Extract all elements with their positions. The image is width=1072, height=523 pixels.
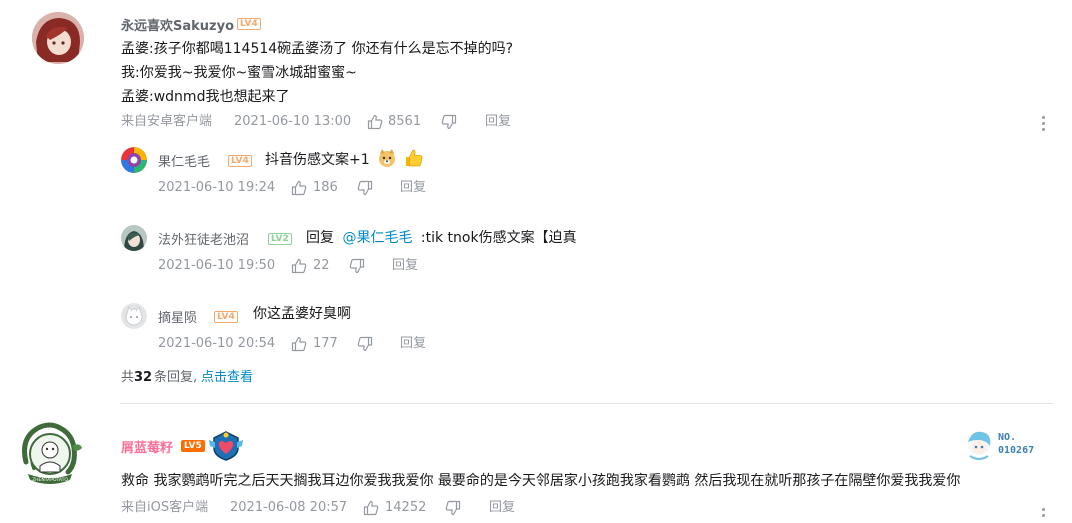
like-count: 14252 <box>385 500 427 515</box>
level-badge: LV5 <box>181 440 205 452</box>
reply-summary-suffix: 条回复, <box>154 370 198 385</box>
reply-button[interactable]: 回复 <box>485 112 511 132</box>
thumbs-up-icon[interactable] <box>291 180 307 196</box>
username[interactable]: 屑蓝莓籽 <box>121 437 173 456</box>
reply-button[interactable]: 回复 <box>400 178 426 198</box>
timestamp: 2021-06-10 20:54 <box>158 336 276 351</box>
level-badge: LV4 <box>237 18 261 30</box>
thumbs-up-icon[interactable] <box>291 336 307 352</box>
comment-meta: 来自安卓客户端 2021-06-10 13:00 8561 回复 <box>121 112 561 132</box>
reply-meta: 2021-06-10 19:24 186 回复 <box>158 178 458 198</box>
reply-count: 32 <box>134 370 153 385</box>
thumbs-up-icon[interactable] <box>367 114 383 130</box>
avatar[interactable] <box>32 12 84 64</box>
like-count: 8561 <box>388 114 422 129</box>
reply-username[interactable]: 法外狂徒老池沼 <box>158 229 249 248</box>
fan-badge-number: NO. 010267 <box>998 432 1035 456</box>
comment-item: 永远喜欢Sakuzyo LV4 孟婆:孩子你都喝114514碗孟婆汤了 你还有什… <box>0 0 1072 523</box>
reply-meta: 2021-06-10 20:54 177 回复 <box>158 334 458 354</box>
doge-emoji-icon <box>377 148 397 176</box>
reply-avatar[interactable] <box>121 303 147 329</box>
timestamp: 2021-06-10 13:00 <box>234 114 352 129</box>
thumbs-up-emoji-icon <box>404 148 424 176</box>
timestamp: 2021-06-08 20:57 <box>230 500 348 515</box>
avatar[interactable]: ZHENTAPOTATO <box>16 418 84 486</box>
reply-summary-prefix: 共 <box>121 370 135 385</box>
reply-button[interactable]: 回复 <box>489 498 515 518</box>
reply-button[interactable]: 回复 <box>400 334 426 354</box>
reply-summary: 共 32 条回复, 点击查看 <box>121 368 421 388</box>
more-options-icon[interactable] <box>1042 116 1046 134</box>
divider <box>120 403 1053 404</box>
comment-text-line: 孟婆:wdnmd我也想起来了 <box>121 89 290 105</box>
thumbs-down-icon[interactable] <box>357 336 373 352</box>
reply-prefix: 回复 <box>306 230 334 246</box>
thumbs-up-icon[interactable] <box>363 500 379 516</box>
reply-text: 回复 @果仁毛毛 :tik tnok伤感文案【迫真 <box>306 226 577 250</box>
like-count: 22 <box>313 258 330 273</box>
level-badge: LV4 <box>228 155 252 167</box>
fan-badge: NO. 010267 <box>964 428 1054 462</box>
like-count: 177 <box>313 336 338 351</box>
client-source: 来自iOS客户端 <box>121 500 209 515</box>
reply-text: 你这孟婆好臭啊 <box>253 306 351 322</box>
reply-meta: 2021-06-10 19:50 22 回复 <box>158 256 458 276</box>
comment-text-line: 孟婆:孩子你都喝114514碗孟婆汤了 你还有什么是忘不掉的吗? <box>121 41 514 57</box>
level-badge: LV4 <box>214 311 238 323</box>
reply-avatar[interactable] <box>121 225 147 251</box>
reply-text: 抖音伤感文案+1 <box>265 148 424 176</box>
thumbs-down-icon[interactable] <box>445 500 461 516</box>
thumbs-up-icon[interactable] <box>291 258 307 274</box>
medal-icon <box>207 430 245 466</box>
client-source: 来自安卓客户端 <box>121 114 213 129</box>
comment-meta: 来自iOS客户端 2021-06-08 20:57 14252 回复 <box>121 498 561 518</box>
thumbs-down-icon[interactable] <box>357 180 373 196</box>
timestamp: 2021-06-10 19:50 <box>158 258 276 273</box>
more-options-icon[interactable] <box>1042 508 1046 520</box>
level-badge: LV2 <box>268 233 292 245</box>
timestamp: 2021-06-10 19:24 <box>158 180 276 195</box>
reply-avatar[interactable] <box>121 147 147 173</box>
mention-link[interactable]: @果仁毛毛 <box>342 230 412 246</box>
thumbs-down-icon[interactable] <box>441 114 457 130</box>
thumbs-down-icon[interactable] <box>349 258 365 274</box>
like-count: 186 <box>313 180 338 195</box>
comment-text: 救命 我家鹦鹉听完之后天天搁我耳边你爱我我爱你 最要命的是今天邻居家小孩跑我家看… <box>121 473 961 489</box>
reply-text-content: 抖音伤感文案+1 <box>265 152 370 168</box>
reply-username[interactable]: 摘星陨 <box>158 307 197 326</box>
reply-text-content: :tik tnok伤感文案【迫真 <box>420 230 577 246</box>
reply-username[interactable]: 果仁毛毛 <box>158 151 210 170</box>
reply-button[interactable]: 回复 <box>392 256 418 276</box>
avatar-banner-text: ZHENTAPOTATO <box>32 477 68 483</box>
view-replies-link[interactable]: 点击查看 <box>201 368 253 388</box>
username[interactable]: 永远喜欢Sakuzyo <box>121 15 234 34</box>
comment-text-line: 我:你爱我~我爱你~蜜雪冰城甜蜜蜜~ <box>121 65 357 81</box>
